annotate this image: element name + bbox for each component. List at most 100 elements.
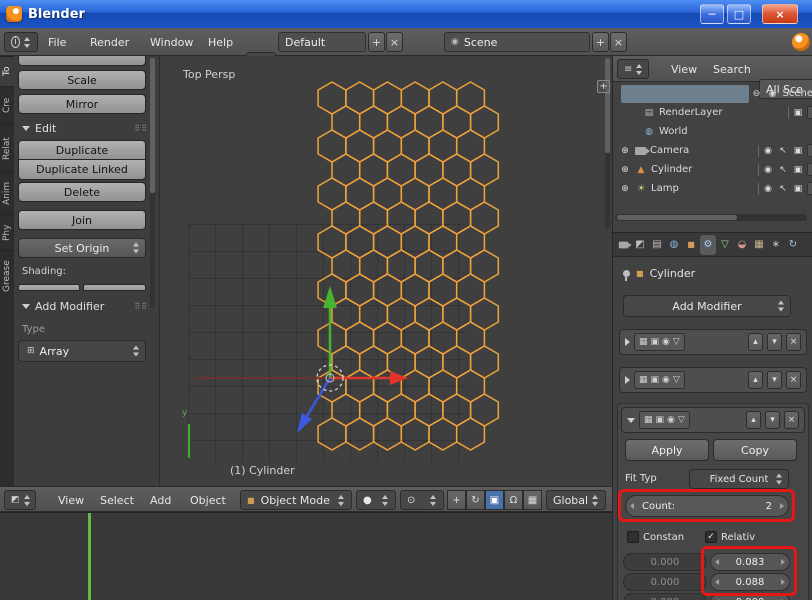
outliner-row-world[interactable]: ◍ World xyxy=(613,122,812,141)
panel-grip-icon[interactable]: ⠿⠿ xyxy=(134,124,148,133)
collapse-icon[interactable]: ⊖ xyxy=(751,89,763,99)
add-modifier-panel-header[interactable]: Add Modifier ⠿⠿ xyxy=(22,300,148,313)
viewport-shading-dropdown[interactable]: ● xyxy=(356,490,396,510)
join-button[interactable]: Join xyxy=(18,210,146,230)
editor-type-outliner-button[interactable]: ≡ xyxy=(617,59,649,79)
set-origin-dropdown[interactable]: Set Origin xyxy=(18,238,146,258)
menu-window[interactable]: Window xyxy=(146,32,197,52)
shading-smooth-button-partial[interactable] xyxy=(18,284,80,291)
scene-name-field[interactable]: ◉ Scene xyxy=(444,32,590,52)
modifier-type-dropdown[interactable]: ⊞ Array xyxy=(18,340,146,362)
close-button[interactable]: × xyxy=(762,4,798,24)
duplicate-button[interactable]: Duplicate xyxy=(18,140,146,160)
edit-visibility-icon[interactable]: ▽ xyxy=(673,375,680,385)
pin-icon[interactable] xyxy=(623,270,630,277)
transform-gizmo[interactable] xyxy=(160,56,612,486)
gizmo-z-arrowhead[interactable] xyxy=(297,413,312,433)
tab-create[interactable]: Cre xyxy=(0,86,14,124)
constant-offset-z-field[interactable]: 0.000 xyxy=(623,593,707,600)
add-modifier-dropdown[interactable]: Add Modifier xyxy=(623,295,791,317)
tab-tools[interactable]: To xyxy=(0,56,14,86)
gizmo-z-arrow[interactable] xyxy=(307,378,330,416)
outliner-horizontal-scrollbar[interactable] xyxy=(615,214,807,221)
remove-screen-layout-button[interactable]: × xyxy=(386,32,403,52)
collapse-arrow-icon[interactable] xyxy=(627,418,635,423)
edit-panel-header[interactable]: Edit ⠿⠿ xyxy=(22,122,148,135)
panel-grip-icon[interactable]: ⠿⠿ xyxy=(134,302,148,311)
snap-element-icon[interactable]: ▦ xyxy=(523,490,542,510)
editor-type-info-button[interactable]: i xyxy=(4,32,38,52)
tab-modifiers-wrench[interactable]: ⚙ xyxy=(700,235,716,255)
render-visibility-icon[interactable]: ▣ xyxy=(792,165,804,175)
render-visibility-icon[interactable]: ▣ xyxy=(656,415,665,425)
delete-button[interactable]: Delete xyxy=(18,182,146,202)
copy-button[interactable]: Copy xyxy=(713,439,797,461)
viewport-menu-object[interactable]: Object xyxy=(186,490,230,510)
increment-arrow-icon[interactable] xyxy=(780,503,784,509)
tab-render[interactable] xyxy=(615,235,631,255)
outliner-row-scene[interactable]: ⊖ ◉ Scene xyxy=(613,84,812,103)
menu-file[interactable]: File xyxy=(44,32,70,52)
delete-modifier-button[interactable]: × xyxy=(786,333,801,351)
minimize-button[interactable]: ─ xyxy=(700,4,724,24)
outliner-row-camera[interactable]: ⊕ Camera ◉↖▣ xyxy=(613,141,812,160)
checkbox-unchecked-icon[interactable] xyxy=(627,531,639,543)
move-down-button[interactable]: ▾ xyxy=(765,411,780,429)
editor-type-3dview-button[interactable]: ◩ xyxy=(4,490,36,510)
tab-physics[interactable]: Phy xyxy=(0,214,14,250)
mirror-button[interactable]: Mirror xyxy=(18,94,146,114)
window-titlebar[interactable]: Blender ─ □ × xyxy=(0,0,812,28)
manipulator-translate-icon[interactable]: + xyxy=(447,490,466,510)
timeline-region[interactable] xyxy=(0,512,612,600)
add-screen-layout-button[interactable]: + xyxy=(368,32,385,52)
render-visibility-icon[interactable]: ▣ xyxy=(792,108,804,118)
move-down-button[interactable]: ▾ xyxy=(767,333,782,351)
snap-magnet-icon[interactable]: Ω xyxy=(504,490,523,510)
maximize-button[interactable]: □ xyxy=(727,4,751,24)
shading-flat-button-partial[interactable] xyxy=(83,284,146,291)
decrement-arrow-icon[interactable] xyxy=(630,503,634,509)
tab-texture[interactable]: ▦ xyxy=(751,235,767,255)
screen-layout-field[interactable]: Default xyxy=(278,32,366,52)
viewport-menu-view[interactable]: View xyxy=(54,490,88,510)
pivot-point-dropdown[interactable]: ⊙ xyxy=(400,490,444,510)
add-scene-button[interactable]: + xyxy=(592,32,609,52)
expand-icon[interactable]: ⊕ xyxy=(619,146,631,156)
viewport-3d[interactable]: Top Persp (1) Cylinder y + xyxy=(160,56,612,486)
tab-scene[interactable]: ◩ xyxy=(632,235,648,255)
gizmo-y-arrowhead[interactable] xyxy=(323,286,337,308)
count-field[interactable]: Count: 2 xyxy=(625,495,789,517)
orientation-dropdown[interactable]: Global xyxy=(546,490,606,510)
render-visibility-icon[interactable]: ▣ xyxy=(792,184,804,194)
expand-icon[interactable]: ⊕ xyxy=(619,165,631,175)
delete-modifier-button[interactable]: × xyxy=(784,411,799,429)
manipulator-scale-icon[interactable]: ▣ xyxy=(485,490,504,510)
viewport-visibility-icon[interactable]: ◉ xyxy=(662,337,670,347)
relative-offset-x-field[interactable]: 0.083 xyxy=(710,553,790,571)
selectability-pointer-icon[interactable]: ↖ xyxy=(777,146,789,156)
outliner-row-lamp[interactable]: ⊕ ☀ Lamp ◉↖▣ xyxy=(613,179,812,198)
render-visibility-icon[interactable]: ▣ xyxy=(651,337,660,347)
relative-offset-z-field[interactable]: 0.000 xyxy=(710,593,790,600)
scrollbar-thumb[interactable] xyxy=(150,58,155,193)
outliner-menu-search[interactable]: Search xyxy=(709,59,755,79)
gizmo-x-arrowhead[interactable] xyxy=(390,371,408,385)
scrollbar-thumb[interactable] xyxy=(617,215,737,220)
viewport-visibility-icon[interactable]: ◉ xyxy=(662,375,670,385)
rotate-button-partial[interactable] xyxy=(18,56,146,66)
visibility-eye-icon[interactable]: ◉ xyxy=(762,165,774,175)
relative-offset-toggle[interactable]: ✓ Relativ xyxy=(705,531,755,543)
current-frame-indicator[interactable] xyxy=(88,513,91,600)
edit-visibility-icon[interactable]: ▽ xyxy=(678,415,685,425)
viewport-visibility-icon[interactable]: ◉ xyxy=(667,415,675,425)
constant-offset-toggle[interactable]: Constan xyxy=(627,531,684,543)
visibility-eye-icon[interactable]: ◉ xyxy=(762,184,774,194)
viewport-menu-select[interactable]: Select xyxy=(96,490,138,510)
outliner-row-cylinder[interactable]: ⊕ ▲ Cylinder ◉↖▣ xyxy=(613,160,812,179)
manipulator-rotate-icon[interactable]: ↻ xyxy=(466,490,485,510)
delete-modifier-button[interactable]: × xyxy=(786,371,801,389)
relative-offset-y-field[interactable]: 0.088 xyxy=(710,573,790,591)
scrollbar-thumb[interactable] xyxy=(605,58,610,153)
selectability-pointer-icon[interactable]: ↖ xyxy=(777,165,789,175)
tab-physics[interactable]: ↻ xyxy=(785,235,801,255)
